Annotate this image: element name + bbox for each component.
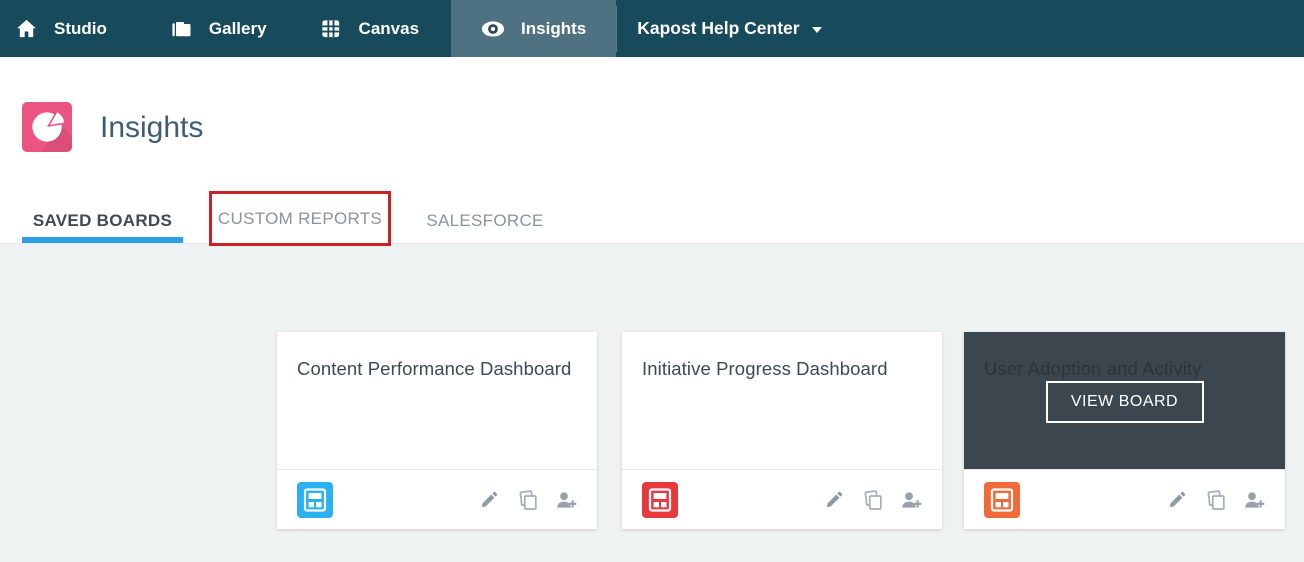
nav-item-label: Canvas	[358, 18, 420, 38]
tab-label: SALESFORCE	[426, 211, 544, 230]
duplicate-icon[interactable]	[516, 489, 538, 511]
card-actions	[480, 489, 577, 511]
board-card-initiative-progress[interactable]: Initiative Progress Dashboard	[622, 332, 942, 529]
help-center-menu[interactable]: Kapost Help Center	[637, 0, 822, 57]
duplicate-icon[interactable]	[861, 489, 883, 511]
grid-icon	[319, 17, 343, 40]
board-layout-icon	[642, 481, 678, 518]
nav-item-studio[interactable]: Studio	[14, 0, 107, 57]
insights-app-icon	[22, 102, 72, 152]
add-user-icon[interactable]	[900, 490, 922, 510]
board-title: User Adoption and Activity	[984, 358, 1202, 379]
card-body-hover-overlay: User Adoption and Activity VIEW BOARD	[964, 332, 1285, 469]
nav-divider	[616, 5, 618, 52]
caret-down-icon	[811, 26, 822, 33]
card-footer	[277, 469, 597, 529]
card-body: Content Performance Dashboard	[277, 332, 597, 469]
board-layout-icon	[297, 481, 333, 518]
tab-label: SAVED BOARDS	[32, 211, 173, 230]
add-user-icon[interactable]	[555, 490, 577, 510]
edit-icon[interactable]	[480, 490, 499, 509]
nav-item-canvas[interactable]: Canvas	[319, 0, 419, 57]
page-title: Insights	[100, 111, 204, 144]
nav-item-label: Studio	[54, 18, 107, 38]
card-actions	[825, 489, 922, 511]
card-body: Initiative Progress Dashboard	[622, 332, 942, 469]
edit-icon[interactable]	[825, 490, 844, 509]
eye-icon	[481, 19, 505, 39]
add-user-icon[interactable]	[1243, 490, 1265, 510]
board-title: Content Performance Dashboard	[297, 358, 572, 379]
card-actions	[1168, 489, 1265, 511]
nav-item-insights[interactable]: Insights	[451, 0, 617, 57]
top-nav: Studio Gallery Canvas Insights Kapost He…	[0, 0, 1304, 57]
tab-saved-boards[interactable]: SAVED BOARDS	[22, 199, 183, 243]
nav-item-label: Gallery	[208, 18, 267, 38]
nav-item-gallery[interactable]: Gallery	[169, 0, 267, 57]
help-center-label: Kapost Help Center	[637, 18, 800, 38]
card-footer	[964, 469, 1285, 529]
home-icon	[14, 17, 38, 40]
duplicate-icon[interactable]	[1204, 489, 1226, 511]
tab-custom-reports[interactable]: CUSTOM REPORTS	[209, 191, 391, 246]
tab-label: CUSTOM REPORTS	[217, 208, 383, 228]
board-card-user-adoption[interactable]: User Adoption and Activity VIEW BOARD	[964, 332, 1285, 529]
view-board-button[interactable]: VIEW BOARD	[1045, 381, 1204, 423]
board-card-content-performance[interactable]: Content Performance Dashboard	[277, 332, 597, 529]
board-layout-icon	[984, 481, 1020, 518]
folder-icon	[169, 17, 193, 41]
nav-item-label: Insights	[521, 18, 587, 38]
insights-page: Studio Gallery Canvas Insights Kapost He…	[0, 0, 1304, 562]
edit-icon[interactable]	[1168, 490, 1187, 509]
card-footer	[622, 469, 942, 529]
board-title: Initiative Progress Dashboard	[642, 358, 888, 379]
tab-salesforce[interactable]: SALESFORCE	[424, 199, 546, 243]
